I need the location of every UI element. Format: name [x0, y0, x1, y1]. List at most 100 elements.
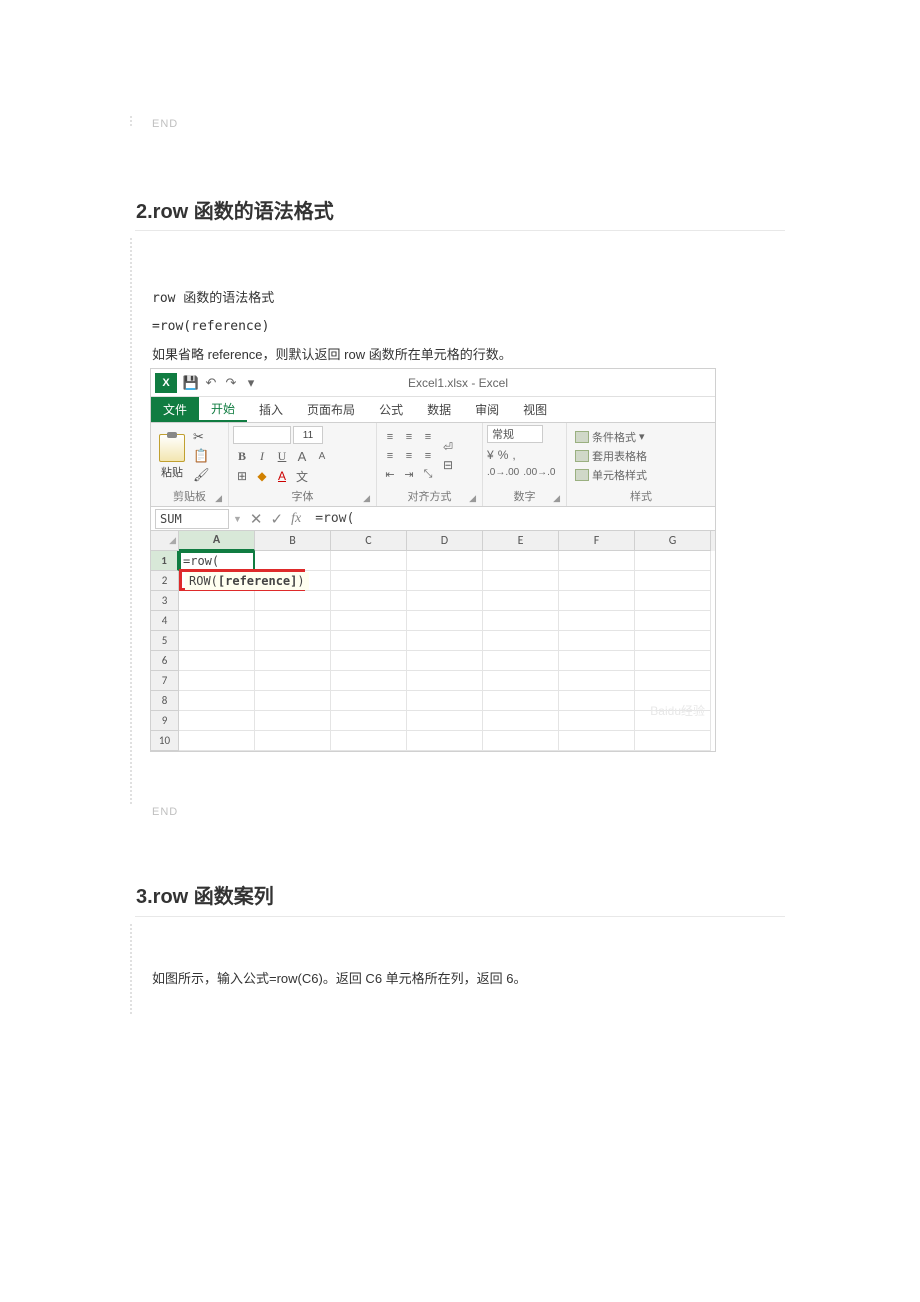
cell[interactable]: [559, 731, 635, 751]
wrap-text-icon[interactable]: ⏎: [443, 440, 453, 454]
indent-inc-icon[interactable]: ⇥: [400, 466, 418, 484]
col-header-e[interactable]: E: [483, 531, 559, 551]
cell[interactable]: [407, 711, 483, 731]
row-header[interactable]: 9: [151, 711, 179, 731]
copy-icon[interactable]: 📋: [193, 449, 210, 462]
cell[interactable]: [635, 571, 711, 591]
col-header-c[interactable]: C: [331, 531, 407, 551]
row-header[interactable]: 10: [151, 731, 179, 751]
cell[interactable]: [635, 651, 711, 671]
cell[interactable]: [255, 731, 331, 751]
cell[interactable]: [407, 671, 483, 691]
cell[interactable]: [559, 631, 635, 651]
cell[interactable]: [559, 611, 635, 631]
cell[interactable]: [635, 591, 711, 611]
number-format-dropdown[interactable]: 常规: [487, 425, 543, 443]
qat-dropdown-icon[interactable]: ▾: [241, 373, 261, 393]
dialog-launcher-icon[interactable]: ◢: [363, 493, 370, 504]
cell[interactable]: [407, 611, 483, 631]
cell-a1[interactable]: =row( ROW([reference]): [179, 551, 255, 571]
fill-color-icon[interactable]: ◆: [253, 468, 271, 484]
bold-icon[interactable]: B: [233, 448, 251, 464]
cell[interactable]: [255, 551, 331, 571]
undo-icon[interactable]: ↶: [201, 373, 221, 393]
align-bottom-icon[interactable]: ≡: [419, 428, 437, 446]
cell[interactable]: [559, 711, 635, 731]
cell[interactable]: [179, 691, 255, 711]
align-right-icon[interactable]: ≡: [419, 447, 437, 465]
enter-formula-icon[interactable]: ✓: [271, 510, 284, 528]
comma-icon[interactable]: ,: [512, 448, 515, 462]
cell[interactable]: [331, 711, 407, 731]
cell[interactable]: [559, 691, 635, 711]
cell[interactable]: [331, 671, 407, 691]
redo-icon[interactable]: ↷: [221, 373, 241, 393]
cell[interactable]: [331, 571, 407, 591]
col-header-f[interactable]: F: [559, 531, 635, 551]
font-grow-icon[interactable]: A: [293, 448, 311, 464]
cell[interactable]: [635, 611, 711, 631]
cell[interactable]: [179, 611, 255, 631]
cancel-formula-icon[interactable]: ✕: [250, 510, 263, 528]
cell[interactable]: [559, 591, 635, 611]
orientation-icon[interactable]: ⤡: [419, 466, 437, 484]
cell[interactable]: [483, 711, 559, 731]
indent-dec-icon[interactable]: ⇤: [381, 466, 399, 484]
increase-decimal-icon[interactable]: .0→.00: [487, 467, 519, 478]
spreadsheet-grid[interactable]: ◢ A B C D E F G 1 =row( ROW([reference]): [151, 531, 715, 751]
cell[interactable]: [407, 651, 483, 671]
row-header[interactable]: 6: [151, 651, 179, 671]
cell[interactable]: [331, 651, 407, 671]
paste-button[interactable]: 粘贴: [155, 432, 189, 480]
cell[interactable]: [483, 571, 559, 591]
formula-input[interactable]: =row(: [309, 511, 715, 526]
cell[interactable]: [407, 551, 483, 571]
select-all-corner[interactable]: ◢: [151, 531, 179, 551]
row-header[interactable]: 8: [151, 691, 179, 711]
dialog-launcher-icon[interactable]: ◢: [469, 493, 476, 504]
cell[interactable]: [635, 631, 711, 651]
cell[interactable]: [559, 571, 635, 591]
cell[interactable]: [483, 631, 559, 651]
font-shrink-icon[interactable]: A: [313, 448, 331, 464]
cell[interactable]: [255, 631, 331, 651]
cell[interactable]: [331, 631, 407, 651]
cell[interactable]: [331, 691, 407, 711]
cell[interactable]: [179, 591, 255, 611]
align-center-icon[interactable]: ≡: [400, 447, 418, 465]
cell[interactable]: [179, 651, 255, 671]
tab-formulas[interactable]: 公式: [367, 397, 415, 422]
cell[interactable]: [179, 671, 255, 691]
col-header-a[interactable]: A: [179, 531, 255, 551]
font-color-icon[interactable]: A: [273, 468, 291, 484]
cell[interactable]: [255, 651, 331, 671]
cell[interactable]: [331, 591, 407, 611]
name-box[interactable]: SUM: [155, 509, 229, 529]
format-as-table-button[interactable]: 套用表格格: [575, 448, 647, 464]
tab-review[interactable]: 审阅: [463, 397, 511, 422]
cell[interactable]: [255, 611, 331, 631]
phonetic-icon[interactable]: 文: [293, 468, 311, 484]
cell[interactable]: [331, 731, 407, 751]
cell[interactable]: [483, 691, 559, 711]
cell[interactable]: [635, 551, 711, 571]
name-box-dropdown-icon[interactable]: ▼: [233, 514, 242, 524]
cell[interactable]: [635, 671, 711, 691]
cell[interactable]: [483, 551, 559, 571]
cell[interactable]: [559, 651, 635, 671]
tab-data[interactable]: 数据: [415, 397, 463, 422]
currency-icon[interactable]: ¥: [487, 448, 494, 462]
align-top-icon[interactable]: ≡: [381, 428, 399, 446]
merge-icon[interactable]: ⊟: [443, 458, 453, 472]
dialog-launcher-icon[interactable]: ◢: [215, 493, 222, 504]
cell[interactable]: [483, 611, 559, 631]
percent-icon[interactable]: %: [498, 448, 509, 462]
decrease-decimal-icon[interactable]: .00→.0: [523, 467, 555, 478]
tab-view[interactable]: 视图: [511, 397, 559, 422]
row-header[interactable]: 4: [151, 611, 179, 631]
italic-icon[interactable]: I: [253, 448, 271, 464]
col-header-g[interactable]: G: [635, 531, 711, 551]
tab-home[interactable]: 开始: [199, 397, 247, 422]
tab-page-layout[interactable]: 页面布局: [295, 397, 367, 422]
cell[interactable]: [483, 591, 559, 611]
